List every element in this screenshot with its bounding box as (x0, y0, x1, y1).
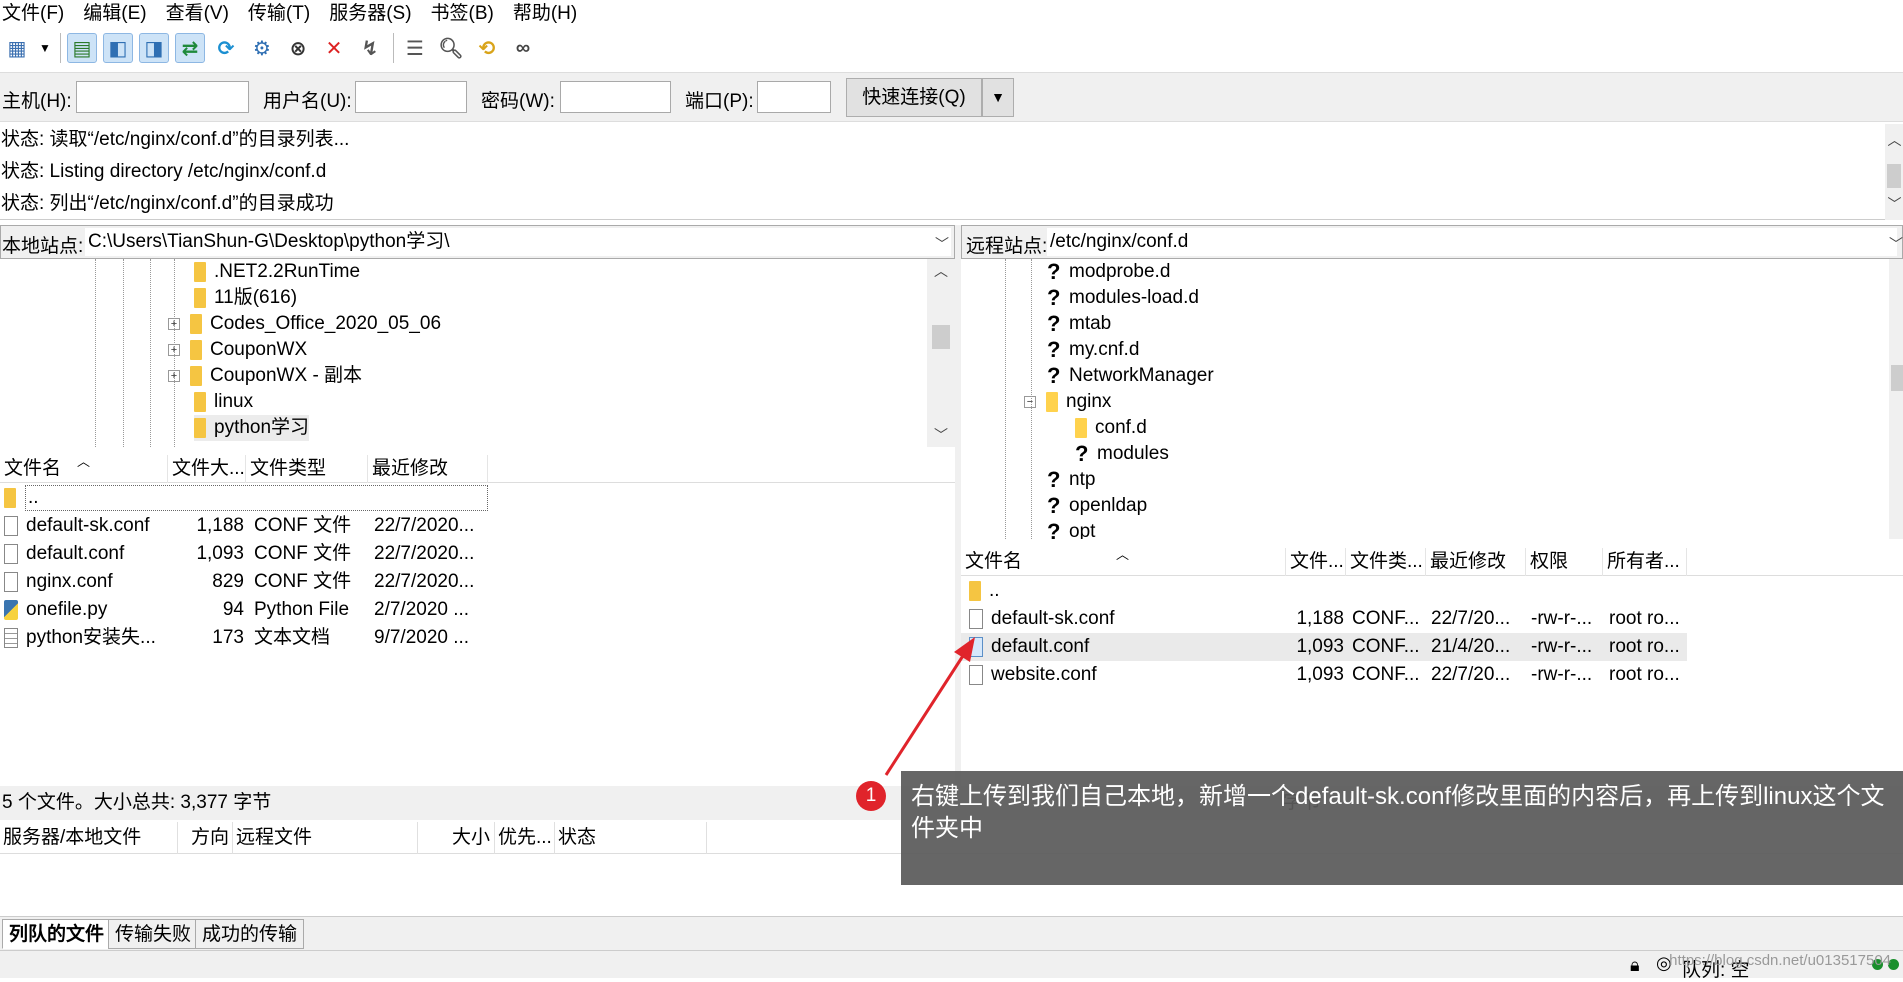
annotation-badge: 1 (856, 781, 886, 811)
watermark: https://blog.csdn.net/u013517504 (1669, 952, 1891, 969)
annotation-callout: 右键上传到我们自己本地，新增一个default-sk.conf修改里面的内容后，… (901, 771, 1903, 885)
